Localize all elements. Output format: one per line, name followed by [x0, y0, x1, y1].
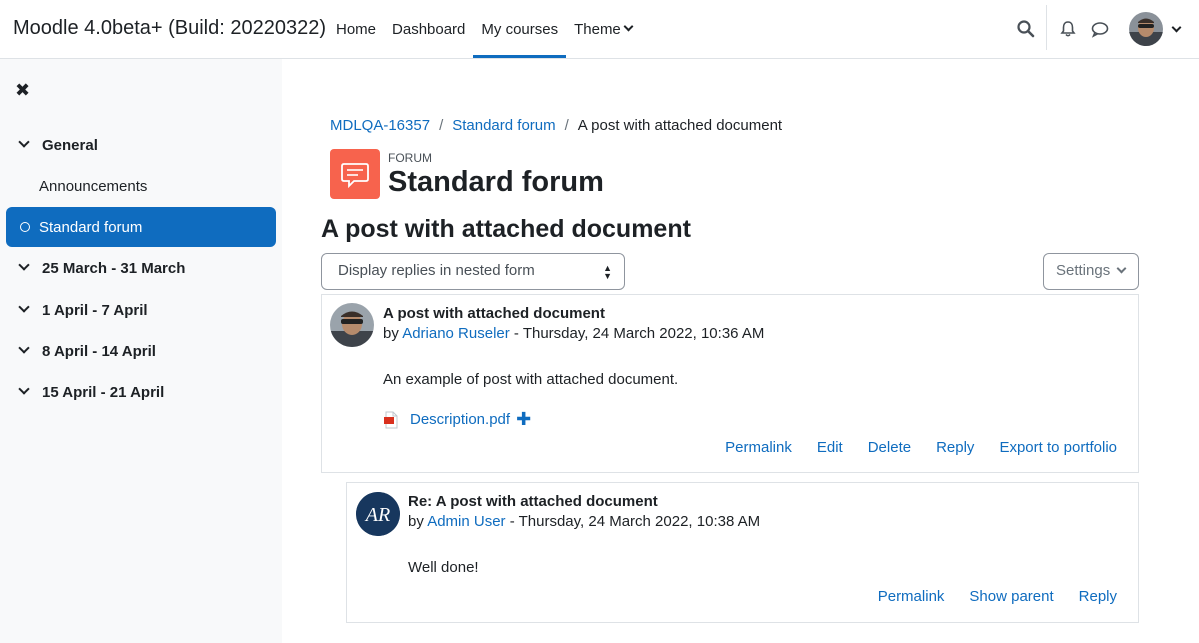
- nav-dashboard[interactable]: Dashboard: [384, 0, 473, 58]
- search-icon[interactable]: [1016, 19, 1036, 39]
- activity-announcements[interactable]: Announcements: [6, 166, 276, 206]
- activity-standard-forum[interactable]: Standard forum: [6, 207, 276, 247]
- post-actions: Permalink Show parent Reply: [853, 588, 1117, 605]
- section-8-april[interactable]: 8 April - 14 April: [6, 331, 276, 371]
- forum-post: A post with attached document by Adriano…: [321, 294, 1139, 473]
- show-parent-link[interactable]: Show parent: [969, 588, 1053, 605]
- delete-link[interactable]: Delete: [868, 439, 911, 456]
- activity-label: Announcements: [39, 177, 148, 195]
- post-author-link[interactable]: Adriano Ruseler: [402, 325, 510, 342]
- display-mode-select[interactable]: Display replies in nested form ▲ ▼: [321, 253, 625, 290]
- page-title: Standard forum: [388, 166, 604, 198]
- breadcrumb: MDLQA-16357 / Standard forum / A post wi…: [330, 117, 782, 134]
- post-by: by: [383, 325, 399, 342]
- section-25-march[interactable]: 25 March - 31 March: [6, 248, 276, 288]
- post-by: by: [408, 513, 424, 530]
- discussion-title: A post with attached document: [321, 215, 691, 243]
- post-actions: Permalink Edit Delete Reply Export to po…: [700, 439, 1117, 456]
- settings-label: Settings: [1056, 262, 1111, 279]
- chevron-down-icon[interactable]: [18, 301, 30, 313]
- forum-reply-post: AR Re: A post with attached document by …: [346, 482, 1139, 623]
- nav-home[interactable]: Home: [328, 0, 384, 58]
- bell-icon[interactable]: [1058, 19, 1078, 39]
- primary-navigation: Home Dashboard My courses Theme: [328, 0, 640, 58]
- forum-icon: [330, 149, 380, 199]
- pdf-icon: [384, 411, 398, 428]
- section-general[interactable]: General: [6, 125, 276, 165]
- post-subject: A post with attached document: [383, 305, 605, 322]
- chevron-down-icon[interactable]: [1171, 22, 1182, 33]
- section-label: 25 March - 31 March: [42, 259, 186, 277]
- site-name[interactable]: Moodle 4.0beta+ (Build: 20220322): [13, 17, 326, 40]
- attachment-link[interactable]: Description.pdf: [410, 411, 510, 428]
- breadcrumb-current: A post with attached document: [577, 117, 783, 134]
- post-byline: by Admin User - Thursday, 24 March 2022,…: [408, 513, 760, 530]
- breadcrumb-separator: /: [564, 117, 569, 134]
- section-1-april[interactable]: 1 April - 7 April: [6, 290, 276, 330]
- breadcrumb-separator: /: [439, 117, 444, 134]
- permalink-link[interactable]: Permalink: [878, 588, 945, 605]
- activity-type-label: FORUM: [388, 151, 432, 165]
- sort-arrows-icon: ▲ ▼: [603, 263, 612, 281]
- section-label: General: [42, 136, 98, 154]
- svg-text:AR: AR: [364, 504, 390, 526]
- reply-link[interactable]: Reply: [936, 439, 974, 456]
- top-navbar: Moodle 4.0beta+ (Build: 20220322) Home D…: [0, 0, 1199, 59]
- post-date: - Thursday, 24 March 2022, 10:38 AM: [509, 513, 761, 530]
- chevron-down-icon[interactable]: [18, 342, 30, 354]
- activity-label: Standard forum: [39, 218, 143, 236]
- section-label: 1 April - 7 April: [42, 301, 148, 319]
- settings-button[interactable]: Settings: [1043, 253, 1139, 290]
- nav-theme[interactable]: Theme: [566, 0, 640, 58]
- avatar[interactable]: AR: [356, 492, 400, 536]
- post-content: Well done!: [408, 559, 479, 576]
- post-content: An example of post with attached documen…: [383, 371, 679, 388]
- post-byline: by Adriano Ruseler - Thursday, 24 March …: [383, 325, 764, 342]
- export-to-portfolio-link[interactable]: Export to portfolio: [999, 439, 1117, 456]
- circle-icon: [20, 222, 30, 232]
- section-label: 15 April - 21 April: [42, 383, 165, 401]
- close-icon[interactable]: ✖: [15, 80, 30, 101]
- permalink-link[interactable]: Permalink: [725, 439, 792, 456]
- display-mode-value: Display replies in nested form: [338, 262, 535, 279]
- section-label: 8 April - 14 April: [42, 342, 156, 360]
- chevron-down-icon: [623, 21, 634, 31]
- edit-link[interactable]: Edit: [817, 439, 843, 456]
- post-attachment: Description.pdf ✚: [383, 409, 531, 430]
- navbar-divider: [1046, 5, 1047, 50]
- message-icon[interactable]: [1090, 19, 1110, 39]
- post-subject: Re: A post with attached document: [408, 493, 658, 510]
- nav-my-courses[interactable]: My courses: [473, 0, 567, 58]
- add-to-portfolio-icon[interactable]: ✚: [516, 409, 531, 430]
- avatar[interactable]: [330, 303, 374, 347]
- chevron-down-icon[interactable]: [18, 136, 30, 148]
- post-date: - Thursday, 24 March 2022, 10:36 AM: [513, 325, 765, 342]
- user-avatar[interactable]: [1129, 12, 1163, 46]
- section-15-april[interactable]: 15 April - 21 April: [6, 372, 276, 412]
- nav-theme-label: Theme: [574, 20, 621, 38]
- chevron-down-icon[interactable]: [18, 259, 30, 271]
- reply-link[interactable]: Reply: [1079, 588, 1117, 605]
- course-index-drawer: ✖ General Announcements Standard forum 2…: [0, 59, 282, 643]
- chevron-down-icon[interactable]: [18, 383, 30, 395]
- chevron-down-icon: [1116, 263, 1127, 274]
- breadcrumb-course[interactable]: MDLQA-16357: [330, 117, 430, 134]
- post-author-link[interactable]: Admin User: [427, 513, 505, 530]
- breadcrumb-forum[interactable]: Standard forum: [452, 117, 555, 134]
